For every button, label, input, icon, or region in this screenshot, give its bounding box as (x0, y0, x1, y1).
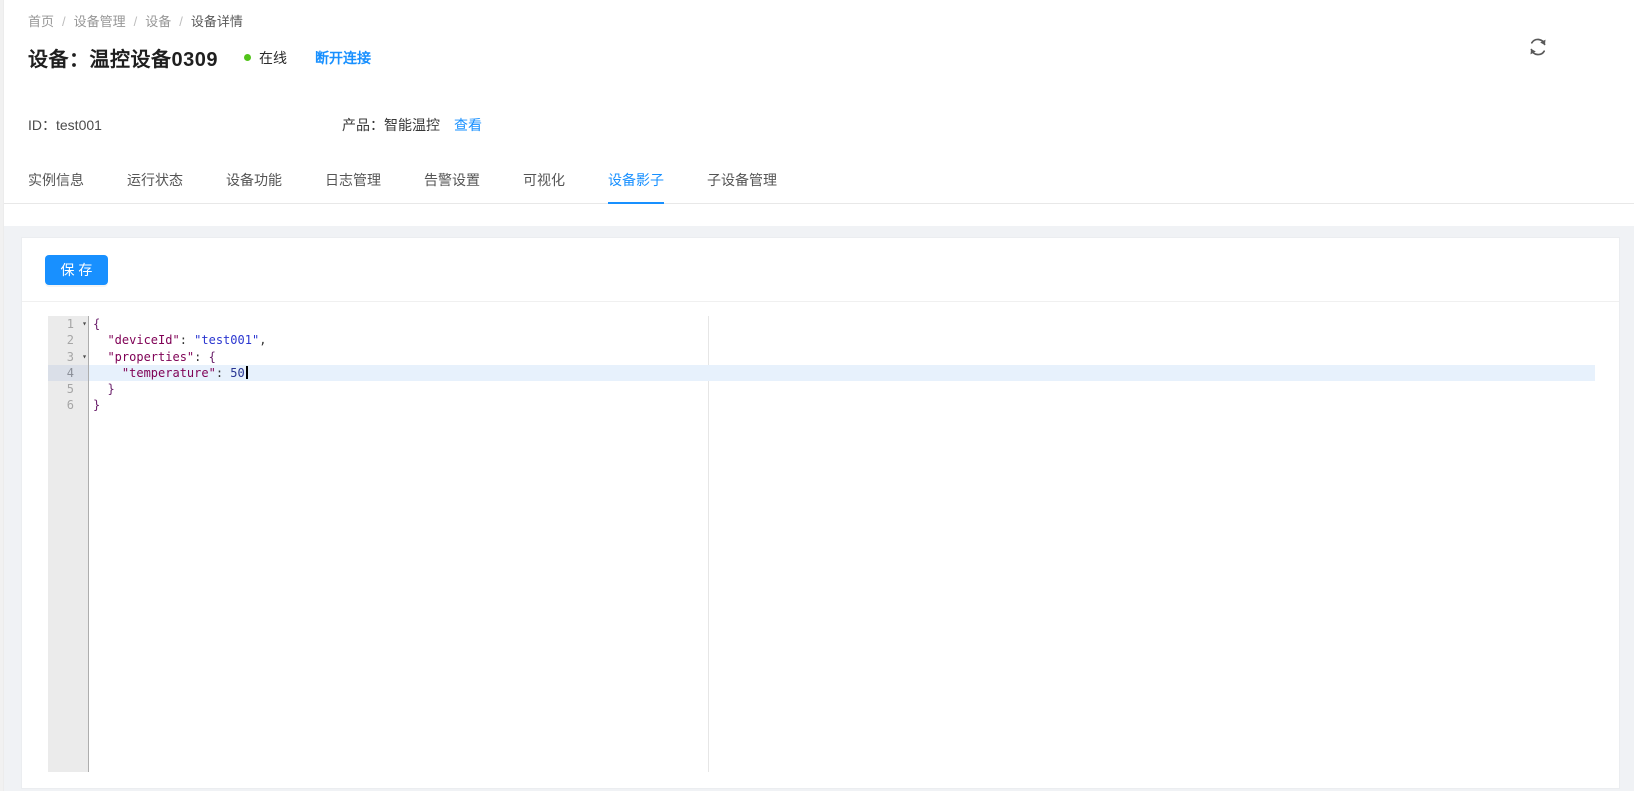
code-token: , (259, 333, 266, 347)
status-text: 在线 (259, 48, 287, 68)
breadcrumb-separator: / (134, 14, 138, 29)
code-line-3[interactable]: "properties": { (89, 349, 1595, 365)
code-token: "deviceId" (107, 333, 179, 347)
code-token: } (93, 398, 100, 412)
code-token (93, 350, 107, 364)
code-line-4[interactable]: "temperature": 50 (89, 365, 1595, 381)
json-code-editor[interactable]: 1▾23▾456 { "deviceId": "test001", "prope… (48, 316, 1595, 772)
breadcrumb: 首页 / 设备管理 / 设备 / 设备详情 (0, 0, 1634, 30)
code-line-6[interactable]: } (89, 397, 1595, 413)
product-label: 产品： (342, 117, 384, 133)
device-id-value: test001 (56, 117, 102, 133)
gutter-line-6[interactable]: 6 (48, 397, 88, 413)
card-toolbar: 保 存 (22, 238, 1619, 302)
device-id-label: ID： (28, 117, 56, 133)
device-shadow-card: 保 存 1▾23▾456 { "deviceId": "test001", "p… (21, 237, 1620, 789)
code-token: : (180, 333, 194, 347)
breadcrumb-item-1[interactable]: 首页 (28, 14, 54, 29)
tab-1[interactable]: 实例信息 (28, 170, 84, 203)
tab-6[interactable]: 可视化 (523, 170, 565, 203)
disconnect-link[interactable]: 断开连接 (315, 48, 371, 68)
product-value: 智能温控 (384, 117, 440, 133)
save-button[interactable]: 保 存 (45, 255, 108, 285)
gutter-line-5[interactable]: 5 (48, 381, 88, 397)
content-area: 保 存 1▾23▾456 { "deviceId": "test001", "p… (0, 226, 1634, 789)
product-info: 产品：智能温控 (342, 115, 440, 135)
code-token: { (93, 317, 100, 331)
collapsed-side-strip (0, 0, 4, 791)
editor-gutter: 1▾23▾456 (48, 316, 89, 772)
product-view-link[interactable]: 查看 (454, 115, 482, 135)
title-row: 设备：温控设备0309 在线 断开连接 (28, 43, 1634, 72)
code-token: 50 (230, 366, 244, 380)
code-token (93, 366, 122, 380)
tab-7[interactable]: 设备影子 (608, 170, 664, 203)
tab-8[interactable]: 子设备管理 (707, 170, 777, 203)
refresh-icon[interactable] (1528, 37, 1548, 57)
device-info-row: ID：test001 产品：智能温控 查看 (0, 115, 1634, 135)
tab-5[interactable]: 告警设置 (424, 170, 480, 203)
gutter-line-3[interactable]: 3▾ (48, 349, 88, 365)
fold-toggle-icon[interactable]: ▾ (82, 350, 87, 364)
tab-4[interactable]: 日志管理 (325, 170, 381, 203)
fold-toggle-icon[interactable]: ▾ (82, 317, 87, 331)
code-token: : (194, 350, 208, 364)
page-title: 设备：温控设备0309 (28, 43, 218, 72)
code-token (93, 382, 107, 396)
code-line-1[interactable]: { (89, 316, 1595, 332)
code-token: "temperature" (122, 366, 216, 380)
text-cursor (246, 366, 248, 379)
code-token (93, 333, 107, 347)
code-token: { (209, 350, 216, 364)
gutter-line-2[interactable]: 2 (48, 332, 88, 348)
breadcrumb-item-2[interactable]: 设备管理 (74, 14, 126, 29)
code-token: "properties" (107, 350, 194, 364)
code-token: "test001" (194, 333, 259, 347)
status-badge: 在线 (244, 48, 287, 68)
card-body: 1▾23▾456 { "deviceId": "test001", "prope… (22, 302, 1619, 789)
code-token: } (107, 382, 114, 396)
code-line-2[interactable]: "deviceId": "test001", (89, 332, 1595, 348)
tab-bar: 实例信息 运行状态 设备功能 日志管理 告警设置 可视化 设备影子 子设备管理 (0, 170, 1634, 204)
editor-code-area[interactable]: { "deviceId": "test001", "properties": {… (89, 316, 1595, 772)
gutter-line-4[interactable]: 4 (48, 365, 88, 381)
gutter-line-1[interactable]: 1▾ (48, 316, 88, 332)
code-line-5[interactable]: } (89, 381, 1595, 397)
tab-2[interactable]: 运行状态 (127, 170, 183, 203)
online-dot-icon (244, 54, 251, 61)
breadcrumb-separator: / (179, 14, 183, 29)
page-header: 首页 / 设备管理 / 设备 / 设备详情 设备：温控设备0309 在线 断开连接 ID：t… (0, 0, 1634, 226)
tab-3[interactable]: 设备功能 (226, 170, 282, 203)
breadcrumb-item-4: 设备详情 (191, 14, 243, 29)
breadcrumb-item-3[interactable]: 设备 (145, 14, 171, 29)
code-token: : (216, 366, 230, 380)
device-id: ID：test001 (28, 115, 342, 135)
breadcrumb-separator: / (62, 14, 66, 29)
